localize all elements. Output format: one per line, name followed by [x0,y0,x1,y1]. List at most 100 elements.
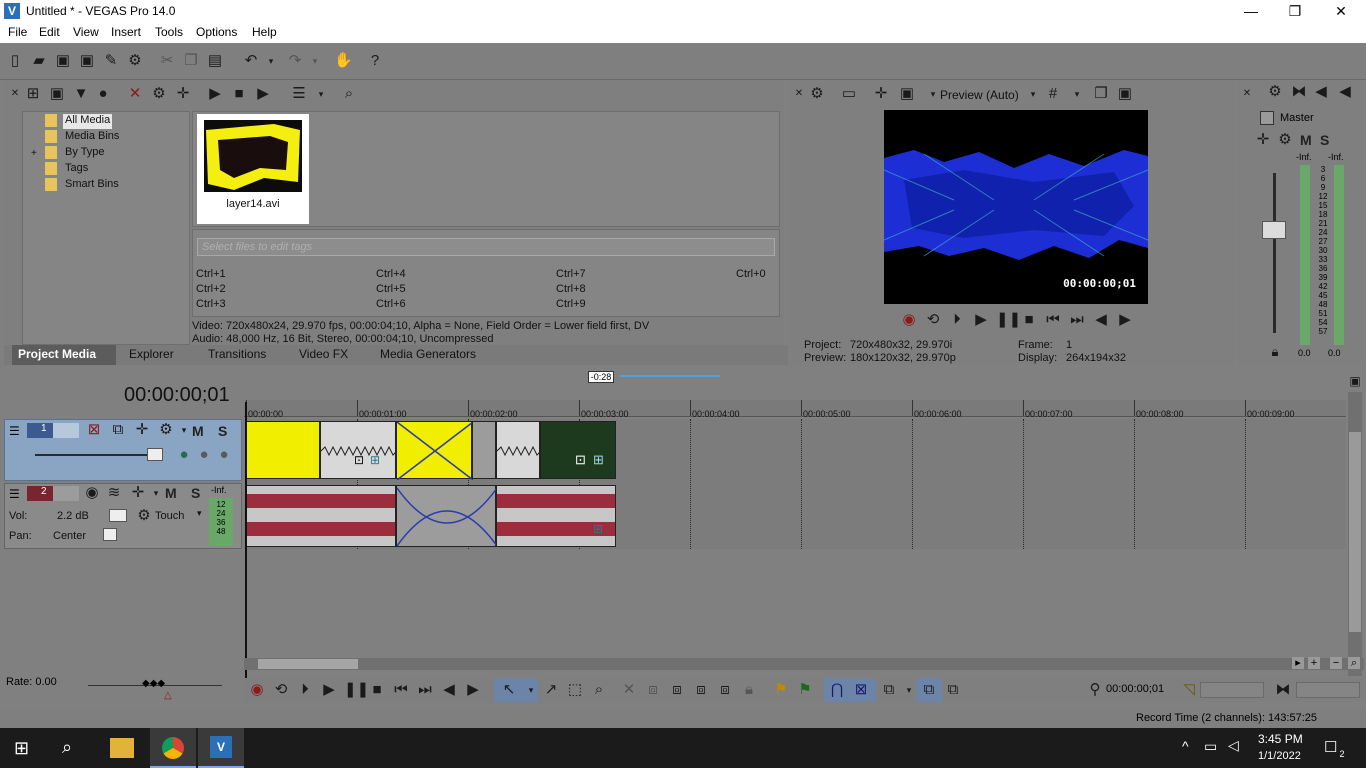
tag-shortcut[interactable]: Ctrl+4 [376,268,406,280]
selection-tool-icon[interactable]: ⬚ [566,681,584,699]
track-solo-button[interactable]: S [191,485,200,501]
redo-icon[interactable]: ↷ [286,52,304,70]
preview-quality-dropdown-icon[interactable]: ▾ [1024,85,1042,103]
horizontal-scroll-thumb[interactable] [258,659,358,669]
tags-input[interactable]: Select files to edit tags [197,238,775,256]
save-as-icon[interactable]: ▣ [78,52,96,70]
track-menu-icon[interactable]: ☰ [9,487,20,501]
tree-tags[interactable]: Tags [65,162,88,177]
vegas-taskbar-button[interactable]: V [198,728,244,768]
parent-composite-icon[interactable]: ● [195,446,213,464]
crop-icon[interactable]: ⊡ [354,453,364,467]
tree-smart-bins[interactable]: Smart Bins [65,178,119,193]
overlays-grid-icon[interactable]: # [1044,85,1062,103]
views-dropdown-icon[interactable]: ▾ [312,85,330,103]
track-solo-button[interactable]: S [218,423,227,439]
horizontal-scrollbar[interactable] [244,658,1364,670]
rate-slider-handle[interactable]: ◆◆◆ [142,678,165,689]
menu-file[interactable]: File [8,25,27,39]
automation-gear-icon[interactable]: ⚙ [135,507,153,525]
rate-reset-icon[interactable]: △ [164,690,172,701]
previous-frame-icon[interactable]: ◀ [1092,311,1110,329]
lock-event-icon[interactable]: 🔒︎ [740,681,758,699]
zoom-fit-icon[interactable]: ⌕ [1348,657,1360,669]
close-panel-icon[interactable]: ✕ [6,85,24,103]
timeline-ruler[interactable]: 00:00:00 00:00:01:00 00:00:02:00 00:00:03:0… [244,400,1346,419]
tab-transitions[interactable]: Transitions [208,345,266,365]
lock-envelopes-icon[interactable]: ⧉ [920,681,938,699]
redo-dropdown-icon[interactable]: ▾ [306,52,324,70]
paste-icon[interactable]: ▤ [206,52,224,70]
loop-playback-icon[interactable]: ⟲ [272,681,290,699]
level-slider-handle[interactable] [147,448,163,461]
menu-options[interactable]: Options [196,25,237,39]
go-to-end-icon[interactable]: ⏭ [1068,311,1086,329]
master-fader-handle[interactable] [1262,221,1286,239]
start-windows-icon[interactable]: ⊞ [14,738,29,759]
close-panel-icon[interactable]: ✕ [790,85,808,103]
capture-icon[interactable]: ▣ [48,85,66,103]
track-name-field[interactable] [53,423,79,438]
pause-icon[interactable]: ❚❚ [344,681,369,699]
show-hidden-icons-icon[interactable]: ^ [1182,738,1189,754]
zoom-out-icon[interactable]: − [1330,657,1342,669]
crossfade-region[interactable] [472,421,496,479]
preview-quality-icon[interactable]: ▣ [898,85,916,103]
stop-icon[interactable]: ■ [1020,311,1038,329]
vertical-scroll-thumb[interactable] [1349,432,1361,632]
preview-quality-select[interactable]: Preview (Auto) [940,88,1019,102]
lock-icon[interactable]: 🔒︎ [1266,343,1284,361]
tag-shortcut[interactable]: Ctrl+8 [556,283,586,295]
volume-muted-icon[interactable]: ◁ [1228,737,1239,754]
taskbar-date[interactable]: 1/1/2022 [1258,750,1301,762]
close-button[interactable]: ✕ [1318,0,1364,23]
save-icon[interactable]: ▣ [54,52,72,70]
auto-ripple-icon[interactable]: ⧉ [880,681,898,699]
taskbar-time[interactable]: 3:45 PM [1258,732,1303,746]
volume-slider-handle[interactable] [109,509,127,522]
close-panel-icon[interactable]: ✕ [1238,85,1256,103]
automation-mode[interactable]: Touch [155,510,184,522]
video-clip-blank[interactable] [320,421,398,479]
tree-media-bins[interactable]: Media Bins [65,130,119,145]
next-frame-icon[interactable]: ▶ [464,681,482,699]
track-motion-icon[interactable]: ⧉ [109,421,127,439]
menu-help[interactable]: Help [252,25,277,39]
preview-settings-gear-icon[interactable]: ⚙ [808,85,826,103]
render-icon[interactable]: ✎ [102,52,120,70]
track-mute-button[interactable]: M [165,485,177,501]
master-settings-gear-icon[interactable]: ⚙ [1266,83,1284,101]
playhead-cursor[interactable] [245,402,247,678]
tag-shortcut[interactable]: Ctrl+6 [376,298,406,310]
save-snapshot-icon[interactable]: ▣ [1116,85,1134,103]
ignore-grouping-icon[interactable]: ⧉ [944,681,962,699]
menu-tools[interactable]: Tools [155,25,183,39]
play-icon[interactable]: ▶ [320,681,338,699]
audio-crossfade[interactable] [396,485,498,547]
stop-icon[interactable]: ■ [368,681,386,699]
menu-edit[interactable]: Edit [39,25,60,39]
properties-gear-icon[interactable]: ⚙ [126,52,144,70]
dim-output-icon[interactable]: ◀ [1336,83,1354,101]
tab-explorer[interactable]: Explorer [129,345,174,365]
hand-tool-icon[interactable]: ✋ [334,52,353,70]
track-menu-icon[interactable]: ☰ [9,424,20,438]
downmix-icon[interactable]: ⧓ [1290,83,1308,101]
master-solo-button[interactable]: S [1320,132,1329,148]
master-fx-gear-icon[interactable]: ⚙ [1276,131,1294,149]
pan-crop-icon[interactable]: ✛ [174,85,192,103]
invert-phase-icon[interactable]: ≋ [105,484,123,502]
video-clip-blank[interactable] [496,421,542,479]
edit-tool-dropdown-icon[interactable]: ▾ [522,681,540,699]
media-thumbnail[interactable]: layer14.avi [197,114,309,224]
track-pan-icon[interactable]: ✛ [129,484,147,502]
menu-insert[interactable]: Insert [111,25,141,39]
crop-icon[interactable]: ⊡ [575,452,586,468]
next-frame-icon[interactable]: ▶ [1116,311,1134,329]
help-icon[interactable]: ? [366,52,384,70]
vertical-scrollbar[interactable] [1348,392,1362,676]
speaker-icon[interactable]: ◀ [1312,83,1330,101]
tag-shortcut[interactable]: Ctrl+2 [196,283,226,295]
play-media-icon[interactable]: ▶ [206,85,224,103]
selection-end-field[interactable] [1296,682,1360,698]
